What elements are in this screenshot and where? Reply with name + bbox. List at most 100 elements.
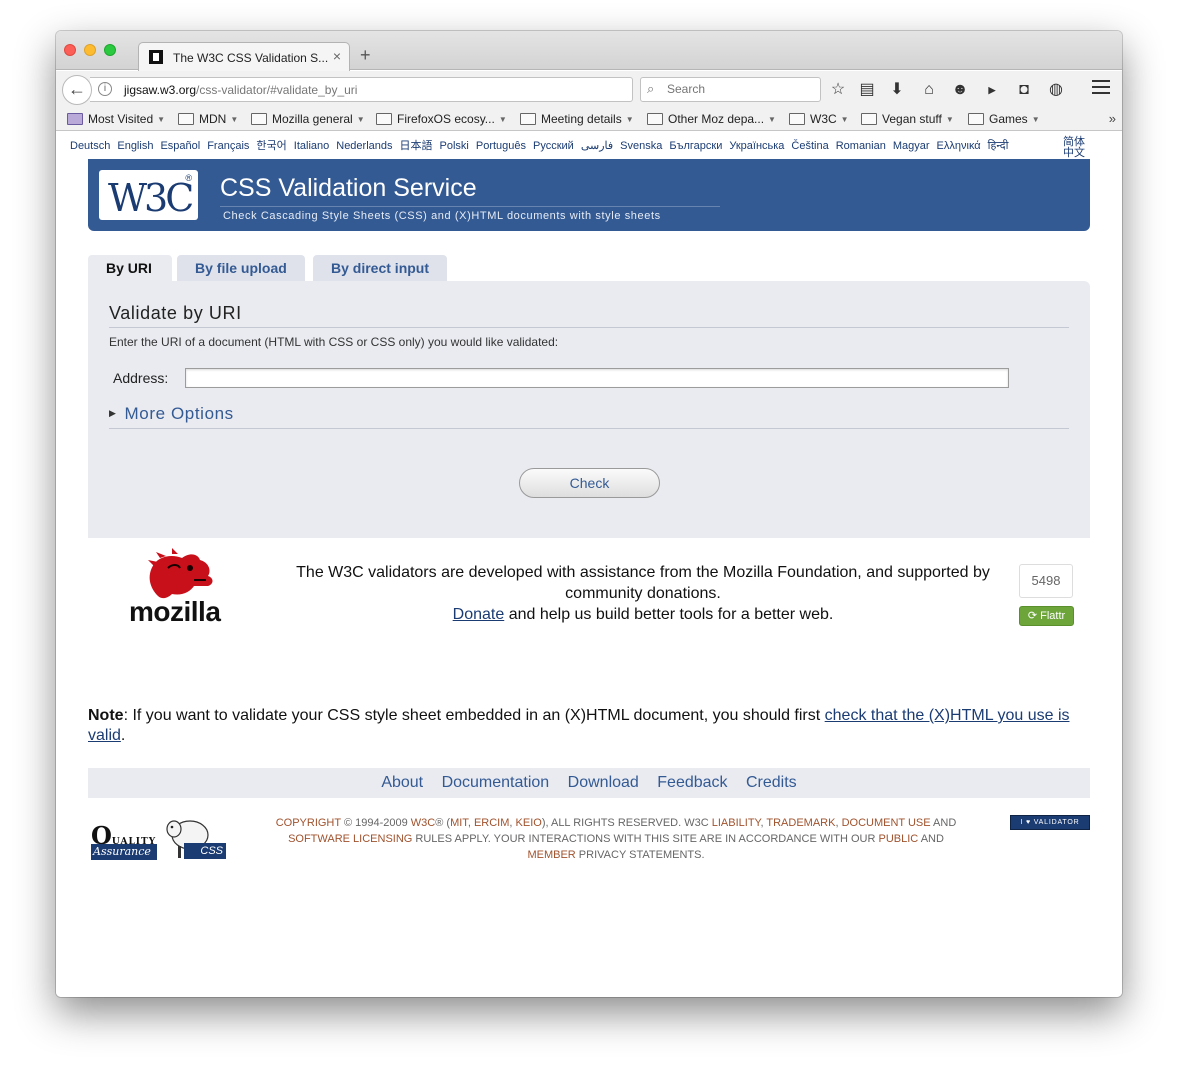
search-bar[interactable]: ⌕ [640,77,821,102]
bookmark-folder-other-moz[interactable]: Other Moz depa... ▼ [647,112,776,126]
lang-link[interactable]: Svenska [620,140,662,152]
youtube-icon[interactable]: ▶ [982,80,1002,100]
lang-link[interactable]: Čeština [791,140,828,152]
lang-link[interactable]: हिन्दी [988,140,1009,152]
lang-link[interactable]: فارسی [581,140,613,152]
browser-tab[interactable]: The W3C CSS Validation S... × [138,42,350,71]
address-label: Address: [113,370,169,386]
page-content: Deutsch English Español Français 한국어 Italiano… [56,132,1122,997]
pocket-icon[interactable]: ◘ [1014,80,1034,100]
bookmark-folder-mozilla-general[interactable]: Mozilla general ▼ [251,112,365,126]
tab-by-file-upload[interactable]: By file upload [177,255,305,282]
folder-icon [520,113,536,125]
url-text[interactable]: jigsaw.w3.org/css-validator/#validate_by… [124,83,357,97]
home-icon[interactable]: ⌂ [919,80,939,100]
flattr-icon: ⟳ [1027,610,1041,622]
lang-link[interactable]: Українська [729,140,784,152]
w3c-link[interactable]: W3C [411,817,435,829]
tab-by-direct-input[interactable]: By direct input [313,255,448,282]
info-icon[interactable]: i [98,82,112,96]
donate-link[interactable]: Donate [453,606,505,623]
lang-link[interactable]: Romanian [836,140,886,152]
support-section: mozilla The W3C validators are developed… [88,538,1090,658]
close-window-button[interactable] [64,44,76,56]
divider [109,428,1069,429]
software-licensing-link[interactable]: SOFTWARE LICENSING [288,833,412,845]
flattr-button[interactable]: ⟳ Flattr [1019,606,1074,626]
chevron-right-icon[interactable]: » [1109,111,1116,126]
folder-icon [968,113,984,125]
folder-icon [178,113,194,125]
zoom-window-button[interactable] [104,44,116,56]
bookmark-most-visited[interactable]: Most Visited ▼ [67,112,165,126]
lang-link[interactable]: Polski [440,140,469,152]
download-icon[interactable]: ⬇ [887,80,907,100]
keio-link[interactable]: KEIO [516,817,542,829]
note-label: Note [88,707,124,724]
lang-link-zh[interactable]: 简体中文 [1063,137,1085,159]
css-sheep-logo[interactable]: CSS [162,813,228,863]
copyright-link[interactable]: COPYRIGHT [276,817,341,829]
globe-icon[interactable]: ◍ [1046,80,1066,100]
lang-link[interactable]: Deutsch [70,140,110,152]
new-tab-button[interactable]: + [360,45,371,66]
footer-link-about[interactable]: About [381,774,423,791]
support-line-2: and help us build better tools for a bet… [504,606,834,623]
public-privacy-link[interactable]: PUBLIC [879,833,919,845]
folder-icon [376,113,392,125]
quality-assurance-logo[interactable]: QUALITY Assurance [91,821,157,861]
lang-link[interactable]: 日本語 [400,140,433,152]
footer-link-documentation[interactable]: Documentation [442,774,550,791]
bookmark-folder-meeting-details[interactable]: Meeting details ▼ [520,112,634,126]
search-input[interactable] [667,82,812,96]
lang-link[interactable]: English [117,140,153,152]
url-path: /css-validator/#validate_by_uri [196,83,358,97]
minimize-window-button[interactable] [84,44,96,56]
tab-by-uri[interactable]: By URI [88,255,172,282]
bookmarks-toolbar: Most Visited ▼ MDN ▼ Mozilla general ▼ Fire… [56,108,1122,131]
lang-link[interactable]: Português [476,140,526,152]
lang-link[interactable]: Español [160,140,200,152]
lang-link[interactable]: Български [669,140,722,152]
folder-icon [647,113,663,125]
menu-icon[interactable] [1092,80,1110,96]
lang-link[interactable]: Italiano [294,140,329,152]
bookmark-folder-games[interactable]: Games ▼ [968,112,1040,126]
back-button[interactable]: ← [62,75,92,105]
validator-badge[interactable]: I ♥ VALIDATOR [1010,815,1090,830]
bookmark-folder-w3c[interactable]: W3C ▼ [789,112,849,126]
lang-link[interactable]: Ελληνικά [937,140,981,152]
lang-link[interactable]: Magyar [893,140,930,152]
footer-nav: About Documentation Download Feedback Cr… [88,768,1090,798]
tab-strip: The W3C CSS Validation S... × + [56,31,1122,71]
footer-link-feedback[interactable]: Feedback [657,774,727,791]
hello-icon[interactable]: ☻ [950,80,970,100]
favicon-icon [149,50,163,64]
bookmark-folder-mdn[interactable]: MDN ▼ [178,112,238,126]
address-input[interactable] [185,368,1009,388]
bookmark-folder-vegan[interactable]: Vegan stuff ▼ [861,112,954,126]
check-button[interactable]: Check [519,468,660,498]
footer-link-credits[interactable]: Credits [746,774,797,791]
ercim-link[interactable]: ERCIM [474,817,509,829]
close-tab-icon[interactable]: × [333,48,341,64]
trademark-link[interactable]: TRADEMARK [766,817,835,829]
folder-icon [251,113,267,125]
search-icon: ⌕ [647,81,655,96]
more-options-toggle[interactable]: ▶ More Options [109,404,234,424]
mit-link[interactable]: MIT [450,817,468,829]
lang-link[interactable]: Nederlands [336,140,392,152]
member-privacy-link[interactable]: MEMBER [527,849,575,861]
lang-link[interactable]: Русский [533,140,574,152]
document-use-link[interactable]: DOCUMENT USE [842,817,931,829]
url-bar[interactable]: i jigsaw.w3.org/css-validator/#validate_… [90,77,653,102]
w3c-logo[interactable]: W3C ® [99,170,198,220]
bookmark-folder-firefoxos[interactable]: FirefoxOS ecosy... ▼ [376,112,507,126]
bookmark-star-icon[interactable]: ☆ [828,80,848,100]
lang-link[interactable]: 한국어 [256,140,286,152]
footer-link-download[interactable]: Download [568,774,639,791]
page-subtitle: Check Cascading Style Sheets (CSS) and (… [223,210,661,222]
lang-link[interactable]: Français [207,140,249,152]
reading-list-icon[interactable]: ▤ [857,80,877,100]
liability-link[interactable]: LIABILITY [712,817,761,829]
